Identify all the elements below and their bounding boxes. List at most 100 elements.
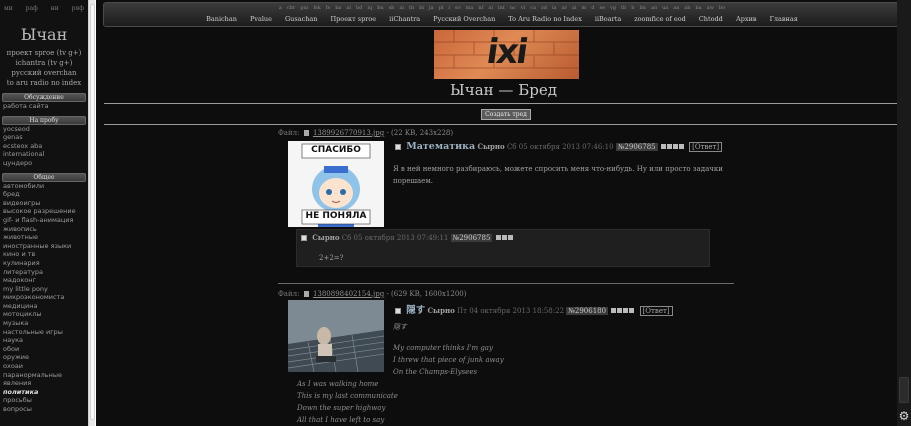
sidebar-section-discussion[interactable]: Обсуждение (2, 93, 86, 102)
board-link[interactable]: iq (367, 5, 372, 11)
sidebar-project-link[interactable]: ichantra (tv g+) (0, 58, 88, 68)
sidebar-item[interactable]: мадоконг (0, 276, 88, 285)
sidebar-top-link[interactable]: ряф (72, 5, 84, 12)
site-link[interactable]: iiChantra (389, 15, 420, 23)
sidebar-item[interactable]: просьбы (0, 396, 88, 405)
sidebar-item[interactable]: явления (0, 379, 88, 388)
board-link[interactable]: bi (419, 5, 424, 11)
sidebar-item[interactable]: цундеро (0, 159, 88, 168)
board-link[interactable]: bo (719, 5, 725, 11)
reply-button[interactable]: [Ответ] (639, 306, 673, 316)
site-link[interactable]: Pvalue (250, 15, 272, 23)
sidebar-item[interactable]: обои (0, 345, 88, 354)
board-link[interactable]: nf (478, 5, 483, 11)
board-link[interactable]: ar (562, 5, 567, 11)
board-link[interactable]: th (409, 5, 414, 11)
site-link[interactable]: Русский Overchan (433, 15, 495, 23)
sidebar-item[interactable]: кино и тв (0, 250, 88, 259)
board-link[interactable]: vg (610, 5, 616, 11)
settings-gear-icon[interactable]: ⚙ (897, 407, 911, 426)
sidebar-item[interactable]: видеоигры (0, 199, 88, 208)
expand-icon[interactable] (678, 144, 684, 149)
report-icon[interactable] (617, 308, 623, 313)
sidebar-item[interactable]: иностранные языки (0, 242, 88, 251)
sidebar-item[interactable]: кулинария (0, 259, 88, 268)
sidebar-item[interactable]: наука (0, 336, 88, 345)
site-title[interactable]: Ычан (0, 25, 88, 44)
board-link[interactable]: fs (326, 5, 330, 11)
site-link[interactable]: Главная (770, 15, 798, 23)
sidebar-top-link[interactable]: ми (4, 5, 13, 12)
board-link[interactable]: ai (572, 5, 577, 11)
sidebar-item[interactable]: my little pony (0, 285, 88, 294)
board-link[interactable]: so (455, 5, 461, 11)
board-link[interactable]: ai (346, 5, 351, 11)
file-name-link[interactable]: 1380898402154.jpg (313, 290, 384, 298)
sidebar-item[interactable]: вопросы (0, 405, 88, 414)
board-link[interactable]: th (621, 5, 626, 11)
hide-icon[interactable] (495, 235, 501, 240)
sidebar-item[interactable]: политика (0, 388, 88, 397)
board-link[interactable]: ja (429, 5, 434, 11)
file-name-link[interactable]: 1389926770913.jpg (313, 129, 384, 137)
board-link[interactable]: ba (335, 5, 341, 11)
board-banner[interactable]: ixi (434, 30, 579, 79)
board-link[interactable]: an (651, 5, 657, 11)
site-link[interactable]: Архив (736, 15, 757, 23)
board-link[interactable]: i (448, 5, 450, 11)
sidebar-project-link[interactable]: русский overchan (0, 68, 88, 78)
site-link[interactable]: Проект sproe (330, 15, 376, 23)
post-number-link[interactable]: №2906785 (615, 143, 658, 151)
sidebar-item[interactable]: музыка (0, 319, 88, 328)
post-select-checkbox[interactable] (395, 308, 401, 314)
sidebar-section-general[interactable]: Общее (2, 172, 86, 182)
sidebar-item[interactable]: медицина (0, 302, 88, 311)
board-link[interactable]: ua (662, 5, 668, 11)
board-link[interactable]: ma (466, 5, 474, 11)
board-link[interactable]: fsk (313, 5, 320, 11)
board-link[interactable]: ai (488, 5, 493, 11)
post-number-link[interactable]: №2906180 (566, 307, 609, 315)
new-thread-button[interactable]: Создать тред (481, 109, 531, 120)
sidebar-item[interactable]: высокое разрешение (0, 207, 88, 216)
sidebar-project-link[interactable]: проект sproe (tv g+) (0, 48, 88, 58)
board-link[interactable]: cbr (287, 5, 295, 11)
site-link[interactable]: zoomfice of eod (634, 15, 686, 23)
board-link[interactable]: zd (541, 5, 547, 11)
sidebar-top-link[interactable]: ни (51, 5, 59, 12)
hide-icon[interactable] (660, 144, 666, 149)
sidebar-item[interactable]: автомобили (0, 182, 88, 191)
sidebar-top-link[interactable]: рaф (26, 5, 38, 12)
sidebar-item[interactable]: охоаи (0, 362, 88, 371)
favorite-icon[interactable] (623, 308, 629, 313)
sidebar-item[interactable]: работа сайта (0, 102, 88, 111)
board-link[interactable]: aa (673, 5, 679, 11)
board-link[interactable]: ba (695, 5, 701, 11)
board-link[interactable]: bu (377, 5, 383, 11)
sidebar-scrollbar-thumb[interactable] (90, 4, 95, 420)
sidebar-project-link[interactable]: to aru radio no index (0, 78, 88, 88)
sidebar-item[interactable]: gif- и flash-анимация (0, 216, 88, 225)
sidebar-item[interactable]: микроэкономиста (0, 293, 88, 302)
board-link[interactable]: а (279, 5, 282, 11)
sidebar-item[interactable]: животные (0, 233, 88, 242)
board-link[interactable]: ia (552, 5, 557, 11)
sidebar-item[interactable]: ecsteox aba (0, 142, 88, 151)
sidebar-item[interactable]: настольные игры (0, 328, 88, 337)
reply-select-checkbox[interactable] (301, 235, 307, 241)
sidebar-item[interactable]: паранормальные (0, 371, 88, 380)
post-thumbnail[interactable] (288, 300, 384, 372)
expand-icon[interactable] (629, 308, 635, 313)
sidebar-item[interactable]: бред (0, 190, 88, 199)
favorite-icon[interactable] (507, 235, 513, 240)
board-link[interactable]: se (599, 5, 605, 11)
sidebar-item[interactable]: genas (0, 133, 88, 142)
sidebar-item[interactable]: international (0, 150, 88, 159)
site-link[interactable]: iiBoarta (595, 15, 621, 23)
report-icon[interactable] (666, 144, 672, 149)
sidebar-item[interactable]: мотоциклы (0, 310, 88, 319)
page-scrollbar-thumb[interactable] (899, 377, 909, 403)
board-link[interactable]: b (631, 5, 634, 11)
board-link[interactable]: sh (389, 5, 395, 11)
reply-button[interactable]: [Ответ] (689, 142, 723, 152)
